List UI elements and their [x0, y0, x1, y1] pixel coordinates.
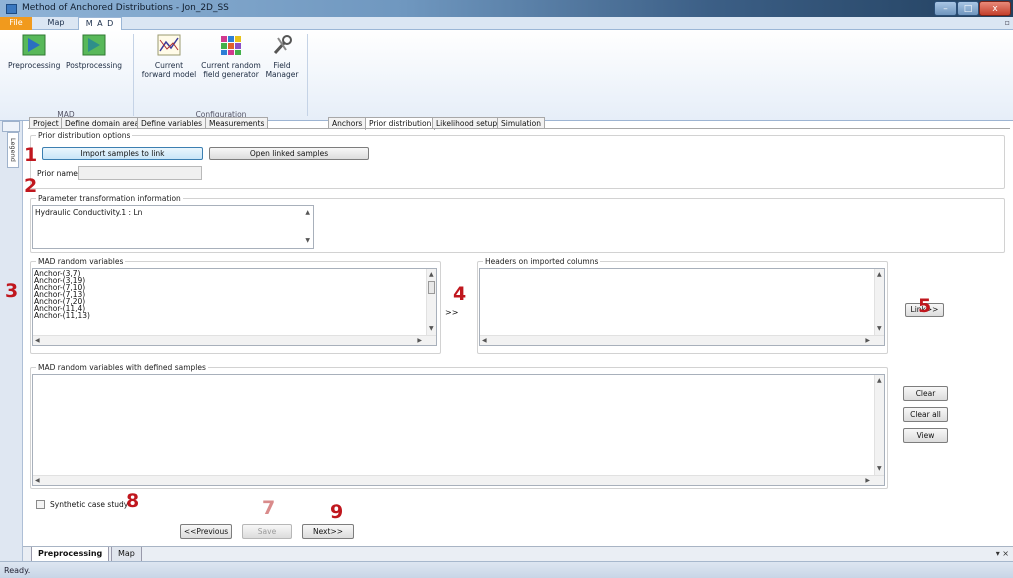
- preprocessing-icon: [22, 34, 46, 56]
- ribbon-tab-file[interactable]: File: [0, 17, 32, 30]
- defined-title: MAD random variables with defined sample…: [36, 363, 208, 372]
- scroll-up-icon[interactable]: ▲: [877, 377, 882, 384]
- move-right-button[interactable]: >>: [445, 308, 458, 317]
- legend-strip: [0, 121, 23, 561]
- field-manager-label-2: Manager: [265, 70, 299, 79]
- ribbon-separator: [133, 34, 134, 116]
- prior-options-title: Prior distribution options: [36, 131, 133, 140]
- scroll-up-icon[interactable]: ▲: [877, 271, 882, 278]
- headers-title: Headers on imported columns: [483, 257, 601, 266]
- transform-text: Hydraulic Conductivity.1 : Ln: [35, 208, 143, 217]
- random-field-label-1: Current random: [201, 61, 261, 70]
- annotation-9: 9: [330, 501, 344, 523]
- forward-model-button[interactable]: Current forward model: [140, 34, 198, 79]
- headers-list[interactable]: ▲ ▼ ◀ ▶: [479, 268, 885, 346]
- previous-button[interactable]: <<Previous: [180, 524, 232, 539]
- synthetic-label: Synthetic case study: [50, 500, 129, 509]
- doc-tab-preprocessing[interactable]: Preprocessing: [31, 547, 110, 562]
- scroll-up-icon[interactable]: ▲: [305, 209, 310, 216]
- import-samples-button[interactable]: Import samples to link: [42, 147, 203, 160]
- scroll-thumb[interactable]: [428, 281, 435, 294]
- prior-options-group: Prior distribution options: [30, 131, 1005, 189]
- annotation-2: 2: [24, 175, 38, 197]
- next-button[interactable]: Next>>: [302, 524, 354, 539]
- clear-button[interactable]: Clear: [903, 386, 948, 401]
- app-icon: [6, 4, 17, 14]
- scroll-left-icon[interactable]: ◀: [35, 337, 40, 344]
- scroll-left-icon[interactable]: ◀: [35, 477, 40, 484]
- scroll-right-icon[interactable]: ▶: [417, 337, 422, 344]
- wrench-icon: [273, 35, 292, 55]
- synthetic-checkbox[interactable]: [36, 500, 45, 509]
- document-tabs: Preprocessing Map ▾ ×: [23, 546, 1013, 562]
- annotation-5: 5: [918, 295, 932, 317]
- save-button[interactable]: Save: [242, 524, 292, 539]
- chart-line-icon: [157, 34, 181, 56]
- horizontal-scrollbar[interactable]: ◀ ▶: [33, 335, 436, 345]
- ribbon-tabs: File Map M A D: [0, 17, 1013, 31]
- scroll-left-icon[interactable]: ◀: [482, 337, 487, 344]
- defined-list[interactable]: ▲ ▼ ◀ ▶: [32, 374, 885, 486]
- pin-icon[interactable]: [2, 121, 20, 132]
- scroll-down-icon[interactable]: ▼: [429, 325, 434, 332]
- title-bar: Method of Anchored Distributions - Jon_2…: [0, 0, 1013, 17]
- preprocessing-label: Preprocessing: [8, 61, 61, 70]
- minimize-button[interactable]: –: [934, 1, 957, 16]
- field-manager-button[interactable]: Field Manager: [264, 34, 300, 79]
- list-item[interactable]: Anchor-(11,13): [34, 312, 90, 320]
- random-vars-list[interactable]: Anchor-(3,7) Anchor-(3,19) Anchor-(7,10)…: [32, 268, 437, 346]
- annotation-7: 7: [262, 497, 276, 519]
- annotation-8: 8: [126, 490, 140, 512]
- horizontal-scrollbar[interactable]: ◀ ▶: [480, 335, 884, 345]
- field-manager-label-1: Field: [273, 61, 291, 70]
- prior-name-input[interactable]: [78, 166, 202, 180]
- close-button[interactable]: x: [979, 1, 1011, 16]
- annotation-4: 4: [453, 283, 467, 305]
- random-field-label-2: field generator: [203, 70, 259, 79]
- scroll-down-icon[interactable]: ▼: [877, 325, 882, 332]
- grid-color-icon: [221, 36, 241, 55]
- clear-all-button[interactable]: Clear all: [903, 407, 948, 422]
- random-field-button[interactable]: Current random field generator: [200, 34, 262, 79]
- status-text: Ready.: [4, 566, 31, 575]
- vertical-scrollbar[interactable]: ▲ ▼: [874, 269, 884, 335]
- annotation-1: 1: [24, 144, 38, 166]
- scroll-down-icon[interactable]: ▼: [877, 465, 882, 472]
- tab-divider: [28, 128, 1010, 129]
- ribbon-tab-map[interactable]: Map: [36, 17, 76, 30]
- ribbon: Preprocessing Postprocessing MAD Current…: [0, 30, 1013, 121]
- postprocessing-icon: [82, 34, 106, 56]
- tab-menu-close-icon[interactable]: ▾ ×: [996, 549, 1009, 558]
- maximize-button[interactable]: □: [957, 1, 979, 16]
- scroll-right-icon[interactable]: ▶: [865, 477, 870, 484]
- random-vars-title: MAD random variables: [36, 257, 126, 266]
- postprocessing-button[interactable]: Postprocessing: [64, 34, 124, 70]
- transform-title: Parameter transformation information: [36, 194, 183, 203]
- vertical-scrollbar[interactable]: ▲ ▼: [874, 375, 884, 475]
- scroll-right-icon[interactable]: ▶: [865, 337, 870, 344]
- status-bar: Ready.: [0, 561, 1013, 578]
- ribbon-tab-mad[interactable]: M A D: [78, 17, 122, 31]
- scroll-up-icon[interactable]: ▲: [429, 271, 434, 278]
- forward-model-label-1: Current: [154, 61, 184, 70]
- forward-model-label-2: forward model: [141, 70, 197, 79]
- view-button[interactable]: View: [903, 428, 948, 443]
- transform-textbox[interactable]: Hydraulic Conductivity.1 : Ln ▲ ▼: [32, 205, 314, 249]
- doc-tab-map[interactable]: Map: [111, 547, 142, 562]
- annotation-3: 3: [5, 280, 19, 302]
- window-title: Method of Anchored Distributions - Jon_2…: [22, 3, 229, 13]
- prior-name-label: Prior name:: [37, 169, 81, 178]
- legend-tab[interactable]: Legend: [7, 132, 19, 168]
- ribbon-separator: [307, 34, 308, 116]
- scroll-down-icon[interactable]: ▼: [305, 237, 310, 244]
- preprocessing-button[interactable]: Preprocessing: [8, 34, 60, 70]
- postprocessing-label: Postprocessing: [65, 61, 123, 70]
- horizontal-scrollbar[interactable]: ◀ ▶: [33, 475, 884, 485]
- help-icon[interactable]: ▫: [1005, 18, 1010, 27]
- vertical-scrollbar[interactable]: ▲ ▼: [426, 269, 436, 335]
- open-linked-samples-button[interactable]: Open linked samples: [209, 147, 369, 160]
